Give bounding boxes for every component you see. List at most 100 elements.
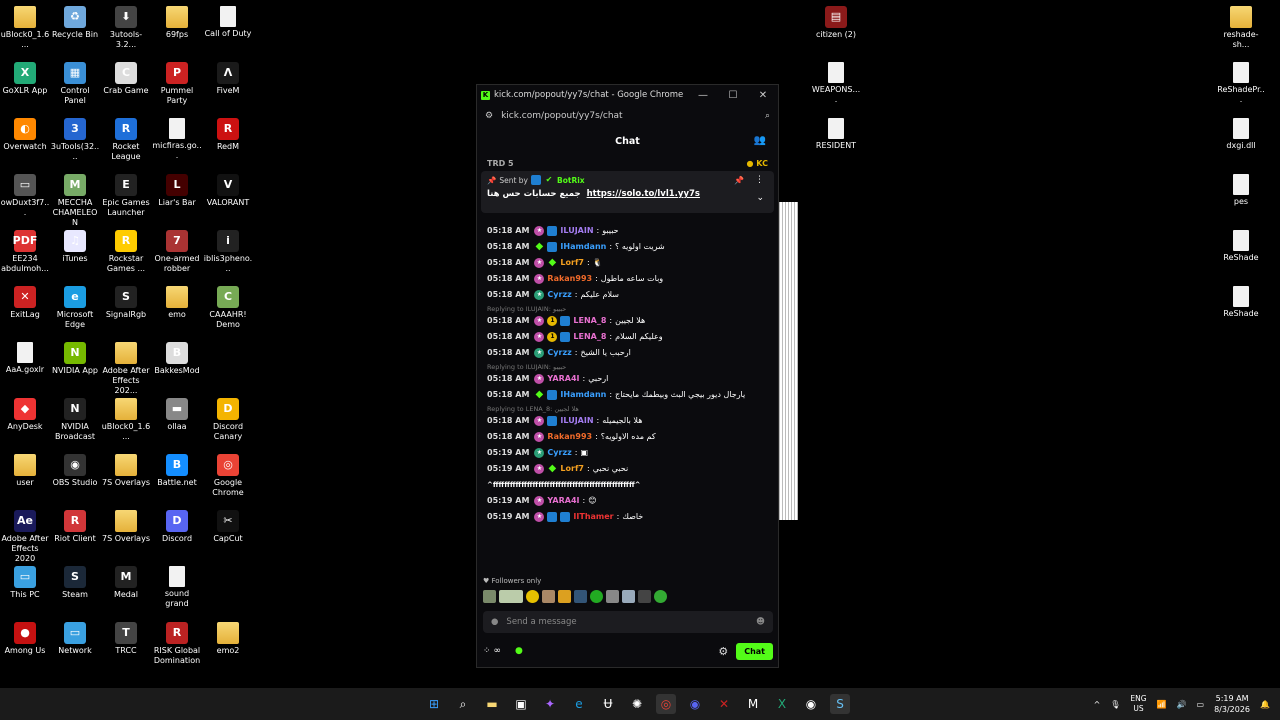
reply-context[interactable]: Replying to ILUJAIN: حبيبو [477,303,777,313]
desktop-icon[interactable]: emo2 [203,622,253,656]
message-username[interactable]: YARA4I [547,374,579,384]
minimize-button[interactable]: — [688,90,718,101]
desktop-icon[interactable]: S Steam [50,566,100,600]
desktop-icon[interactable]: AaA.goxlr [0,342,50,375]
desktop-icon[interactable]: 7S Overlays [101,454,151,488]
desktop-icon[interactable]: 69fps [152,6,202,40]
reply-context[interactable]: Replying to ILUJAIN: حبيبو [477,361,777,371]
desktop-icon[interactable]: C CAAAHR! Demo [203,286,253,330]
pin-icon[interactable]: 📌 [734,176,744,185]
message-username[interactable]: Cyrzz [547,290,571,300]
chat-message[interactable]: 05:18 AM ★ 1 LENA_8: وعليكم السلام [477,329,777,345]
desktop-icon[interactable]: PDF EE234 abdulmoh... [0,230,50,274]
message-username[interactable]: ILUJAIN [560,416,593,426]
emote-10[interactable] [638,590,651,603]
discord-taskbar-icon[interactable]: ◉ [685,694,705,714]
desktop-icon[interactable]: B Battle.net [152,454,202,488]
settings-gear-icon[interactable]: ⚙ [718,645,728,658]
obs-taskbar-icon[interactable]: ◉ [801,694,821,714]
desktop-icon[interactable]: ◆ AnyDesk [0,398,50,432]
emote-5[interactable] [558,590,571,603]
message-username[interactable]: Lorf7 [560,258,584,268]
clock[interactable]: 5:19 AM 8/3/2026 [1214,693,1250,715]
message-username[interactable]: IHamdann [560,390,606,400]
message-input[interactable]: ● Send a message ☻ [483,611,773,633]
users-icon[interactable]: 👥 [754,135,766,146]
emote-6[interactable] [574,590,587,603]
desktop-icon[interactable]: D Discord Canary [203,398,253,442]
battery-icon[interactable]: ▭ [1197,700,1205,709]
emote-11[interactable] [654,590,667,603]
desktop-icon[interactable]: ◐ Overwatch [0,118,50,152]
desktop-icon[interactable]: e Microsoft Edge [50,286,100,330]
desktop-icon[interactable]: R Riot Client [50,510,100,544]
chat-message[interactable]: 05:19 AM ★ IIThamer: خاصك [477,509,777,525]
pinned-link[interactable]: https://solo.to/lvl1.yy7s [587,189,700,199]
more-options-icon[interactable]: ⋮ [755,175,764,185]
site-settings-icon[interactable]: ⚙ [485,111,493,121]
desktop-icon[interactable]: ▭ Network [50,622,100,656]
chat-message[interactable]: 05:18 AM ★ Cyrzz: ارحبب يا الشيخ [477,345,777,361]
app-u-icon[interactable]: Ʉ [598,694,618,714]
desktop-icon[interactable]: i iblis3pheno... [203,230,253,274]
desktop-icon[interactable]: ▭ owDuxt3f7... [0,174,50,218]
desktop-icon[interactable]: 7S Overlays [101,510,151,544]
desktop-icon[interactable]: 3 3uTools(32.... [50,118,100,162]
chat-message[interactable]: 05:18 AM ★ 1 LENA_8: هلا لجيين [477,313,777,329]
desktop-icon[interactable]: B BakkesMod [152,342,202,376]
message-username[interactable]: Lorf7 [560,464,584,474]
desktop-icon[interactable]: user [0,454,50,488]
edge-icon[interactable]: e [569,694,589,714]
language-indicator[interactable]: ENG US [1130,694,1146,714]
chat-message[interactable]: 05:18 AM ◆ IHamdann: يارجال ديور بيجي البث … [477,387,777,403]
zoom-search-icon[interactable]: ⌕ [765,111,770,121]
desktop-icon[interactable]: ⬇ 3utools-3.2... [101,6,151,50]
message-username[interactable]: Rakan993 [547,274,592,284]
desktop-icon[interactable]: R RISK Global Domination [152,622,202,666]
chrome-taskbar-icon[interactable]: ◎ [656,694,676,714]
message-username[interactable]: ILUJAIN [560,226,593,236]
message-username[interactable]: LENA_8 [573,332,606,342]
desktop-icon[interactable]: micfiras.go... [152,118,202,161]
reply-context[interactable]: Replying to LENA_8: هلا لجيين [477,403,777,413]
emote-3[interactable] [526,590,539,603]
desktop-icon[interactable]: Adobe After Effects 202... [101,342,151,396]
message-username[interactable]: Rakan993 [547,432,592,442]
desktop-icon[interactable]: R Rocket League [101,118,151,162]
notification-bell-icon[interactable]: 🔔 [1260,700,1270,709]
emote-2[interactable] [499,590,523,603]
desktop-icon[interactable]: uBlock0_1.6... [0,6,50,50]
desktop-icon[interactable]: Ae Adobe After Effects 2020 [0,510,50,564]
chat-message[interactable]: 05:18 AM ★ Rakan993: وبات ساعه ماطول [477,271,777,287]
desktop-icon[interactable]: pes [1216,174,1266,207]
start-windows-icon[interactable]: ⊞ [424,694,444,714]
microphone-icon[interactable]: 🎙 [1110,700,1120,709]
message-input-placeholder[interactable]: Send a message [506,617,756,627]
message-username[interactable]: LENA_8 [573,316,606,326]
steam-taskbar-icon[interactable]: S [830,694,850,714]
desktop-icon[interactable]: ✕ ExitLag [0,286,50,320]
chat-message[interactable]: 05:18 AM ★ Rakan993: كم مده الاولويه؟ [477,429,777,445]
tray-overflow-icon[interactable]: ^ [1094,700,1101,709]
message-username[interactable]: Cyrzz [547,448,571,458]
desktop-icon[interactable]: ▭ This PC [0,566,50,600]
chat-send-button[interactable]: Chat [736,642,773,660]
desktop-icon[interactable]: 7 One-armed robber [152,230,202,274]
desktop-icon[interactable]: N NVIDIA Broadcast [50,398,100,442]
desktop-icon[interactable]: M Medal [101,566,151,600]
desktop-icon[interactable]: WEAPONS.... [811,62,861,105]
search-icon[interactable]: ⌕ [453,694,473,714]
maximize-button[interactable]: ☐ [718,90,748,101]
desktop-icon[interactable]: R RedM [203,118,253,152]
emote-9[interactable] [622,590,635,603]
message-username[interactable]: IIThamer [573,512,613,522]
emote-7[interactable] [590,590,603,603]
chat-message[interactable]: 05:19 AM ★ YARA4I: 😊 [477,493,777,509]
desktop-icon[interactable]: L Liar's Bar [152,174,202,208]
desktop-icon[interactable]: N NVIDIA App [50,342,100,376]
desktop-icon[interactable]: V VALORANT [203,174,253,208]
store-icon[interactable]: ▣ [511,694,531,714]
desktop-icon[interactable]: RESIDENT [811,118,861,151]
desktop-icon[interactable]: ReShadePr... [1216,62,1266,105]
desktop-icon[interactable]: sound grand [152,566,202,609]
